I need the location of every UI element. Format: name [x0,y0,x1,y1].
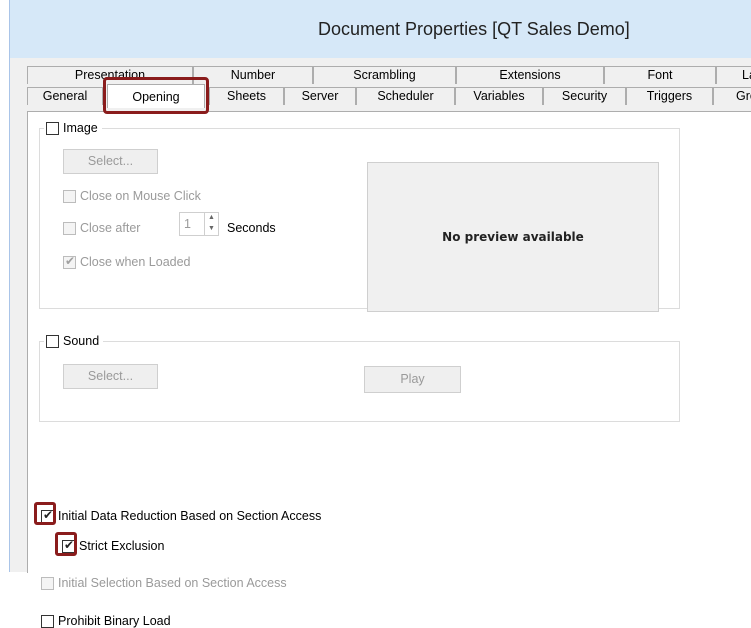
close-after-row[interactable]: Close after [63,221,140,235]
strict-exclusion-row[interactable]: ✔ Strict Exclusion [62,537,165,553]
close-after-value: 1 [184,217,191,231]
tab-scheduler[interactable]: Scheduler [356,87,455,105]
close-on-click-label: Close on Mouse Click [80,189,201,203]
dialog-body: Presentation Number Scrambling Extension… [10,58,751,628]
tab-variables[interactable]: Variables [455,87,543,105]
spin-down-icon[interactable]: ▼ [205,224,218,235]
image-label: Image [63,121,98,135]
tab-scrambling[interactable]: Scrambling [313,66,456,84]
sound-group-legend[interactable]: Sound [44,333,104,349]
tab-row-back: Presentation Number Scrambling Extension… [10,66,751,84]
sound-checkbox[interactable] [46,334,59,348]
initial-selection-label: Initial Selection Based on Section Acces… [58,576,287,590]
checkmark-icon: ✔ [42,507,54,522]
initial-selection-checkbox[interactable] [41,576,54,590]
sound-select-button[interactable]: Select... [63,364,158,389]
image-group: Image Select... Close on Mouse Click Clo… [39,120,680,312]
prohibit-binary-label: Prohibit Binary Load [58,614,171,628]
close-when-loaded-checkbox[interactable]: ✔ [63,253,76,269]
image-group-legend[interactable]: Image [44,120,102,136]
tab-number[interactable]: Number [193,66,313,84]
close-when-loaded-label: Close when Loaded [80,255,191,269]
tab-sheets[interactable]: Sheets [209,87,284,105]
close-on-click-row[interactable]: Close on Mouse Click [63,189,201,203]
initial-data-reduction-label: Initial Data Reduction Based on Section … [58,509,322,523]
close-on-click-checkbox[interactable] [63,189,76,203]
close-after-seconds-input[interactable]: 1 ▲ ▼ [179,212,219,236]
prohibit-binary-row[interactable]: Prohibit Binary Load [41,614,171,628]
checkmark-icon: ✔ [63,537,75,552]
sound-label: Sound [63,334,100,348]
tab-row-front: General Opening Sheets Server Scheduler … [10,84,751,108]
preview-text: No preview available [442,230,584,244]
close-after-label: Close after [80,221,141,235]
checkmark-icon: ✔ [64,253,76,268]
initial-selection-row[interactable]: Initial Selection Based on Section Acces… [41,576,287,590]
tab-groups[interactable]: Gro [713,87,751,105]
spin-up-icon[interactable]: ▲ [205,213,218,224]
close-when-loaded-row[interactable]: ✔ Close when Loaded [63,253,191,269]
seconds-spinner[interactable]: ▲ ▼ [204,213,218,235]
seconds-unit-row: Seconds [227,221,276,235]
sound-play-button[interactable]: Play [364,366,461,393]
image-preview-box: No preview available [367,162,659,312]
title-bar[interactable]: Document Properties [QT Sales Demo] [10,0,751,58]
tab-triggers[interactable]: Triggers [626,87,713,105]
tab-general[interactable]: General [27,87,103,105]
prohibit-binary-checkbox[interactable] [41,614,54,628]
initial-data-reduction-row[interactable]: ✔ Initial Data Reduction Based on Sectio… [41,507,322,523]
document-properties-window: Document Properties [QT Sales Demo] Pres… [10,0,751,628]
close-after-checkbox[interactable] [63,221,76,235]
tab-security[interactable]: Security [543,87,626,105]
seconds-label: Seconds [227,221,276,235]
image-checkbox[interactable] [46,121,59,135]
sound-group: Sound Select... Play [39,333,680,422]
strict-exclusion-label: Strict Exclusion [79,539,165,553]
tab-opening[interactable]: Opening [107,84,205,108]
tab-font[interactable]: Font [604,66,716,84]
opening-tab-panel: Image Select... Close on Mouse Click Clo… [27,111,751,628]
strict-exclusion-checkbox[interactable]: ✔ [62,537,75,553]
initial-data-reduction-checkbox[interactable]: ✔ [41,507,54,523]
image-select-button[interactable]: Select... [63,149,158,174]
tab-server[interactable]: Server [284,87,356,105]
tab-presentation[interactable]: Presentation [27,66,193,84]
window-title: Document Properties [QT Sales Demo] [318,19,630,39]
tab-layout[interactable]: La [716,66,751,84]
tab-extensions[interactable]: Extensions [456,66,604,84]
